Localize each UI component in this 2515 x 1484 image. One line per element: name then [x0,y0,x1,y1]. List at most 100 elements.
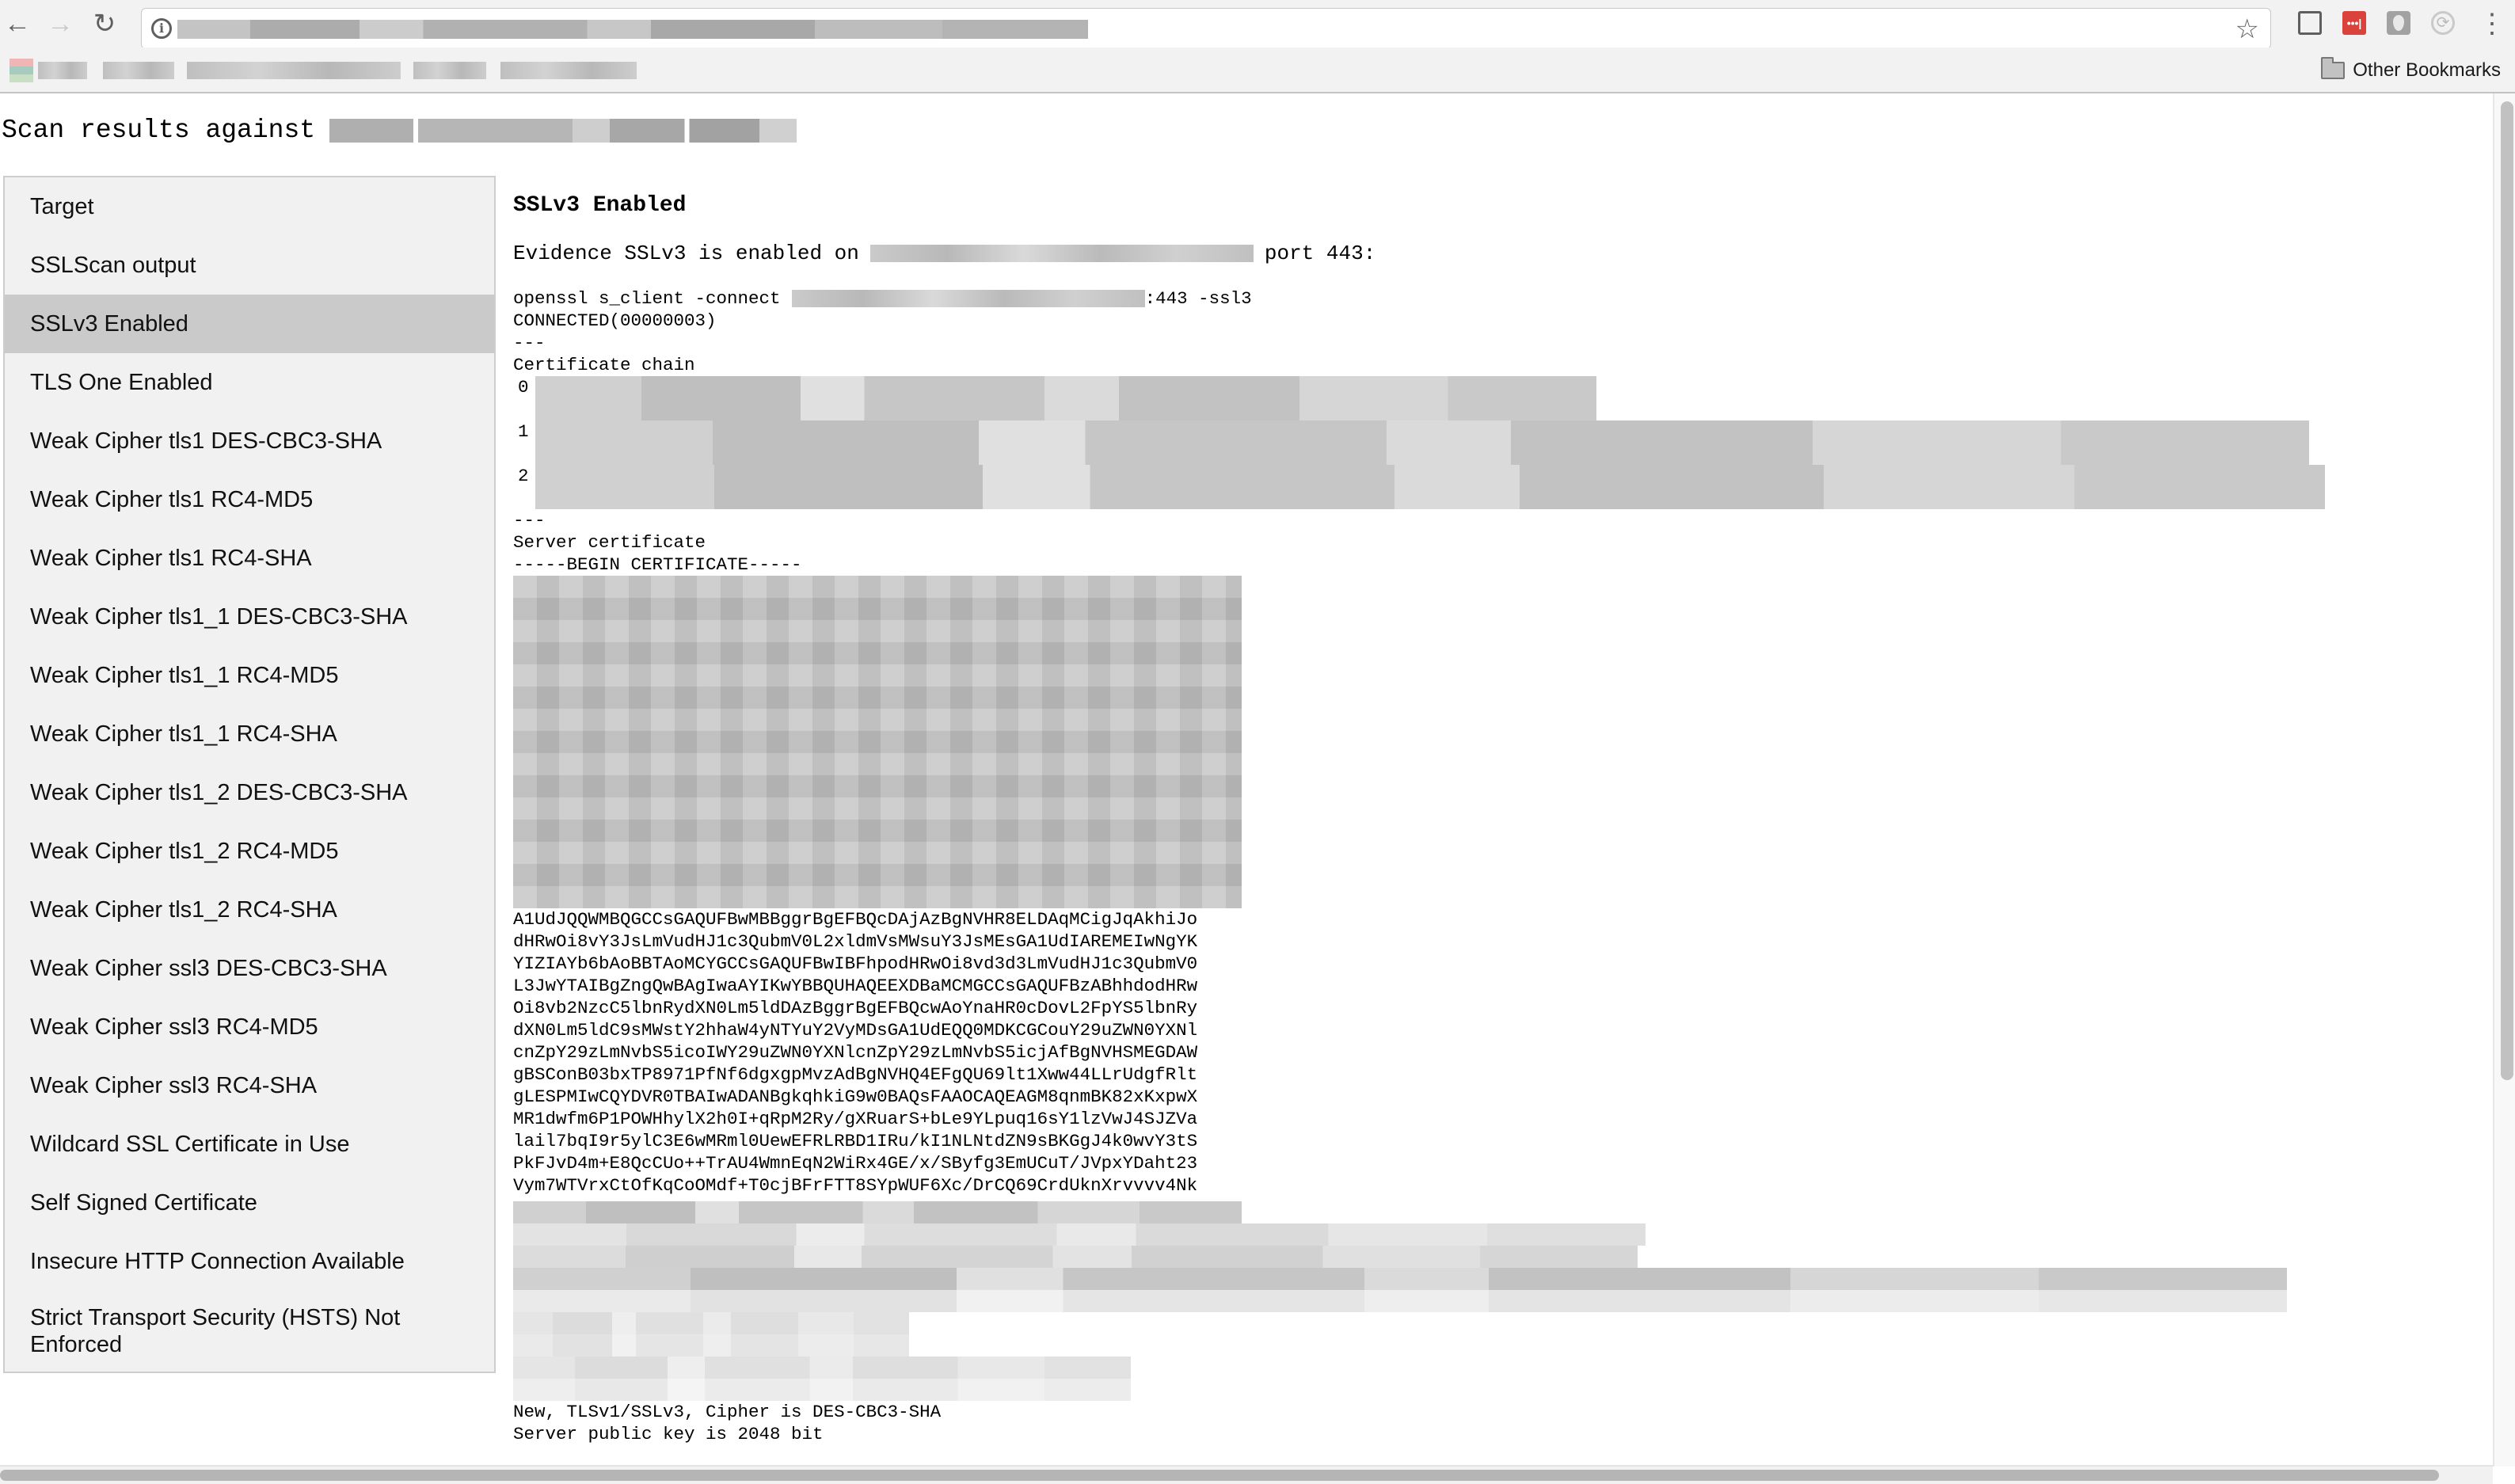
certificate-line: lail7bqI9r5ylC3E6wMRml0UewEFRLRBD1IRu/kI… [513,1131,1198,1151]
sidebar-item[interactable]: SSLv3 Enabled [5,295,494,353]
sidebar-item[interactable]: Weak Cipher tls1_2 DES-CBC3-SHA [5,763,494,822]
sidebar-item[interactable]: Weak Cipher tls1_2 RC4-MD5 [5,822,494,881]
bookmark-item[interactable] [103,62,174,79]
command-prefix: openssl s_client -connect [513,288,781,309]
redacted-host [869,245,1254,262]
redacted-url [177,20,1088,39]
certificate-chain-heading: Certificate chain [513,355,695,375]
page-heading-prefix: Scan results against [2,116,316,145]
sidebar-item[interactable]: Weak Cipher ssl3 DES-CBC3-SHA [5,939,494,998]
sync-extension-icon[interactable]: ⟳ [2431,11,2455,35]
server-certificate-heading: Server certificate [513,532,706,553]
sidebar-item-label: TLS One Enabled [30,369,213,395]
sidebar-item[interactable]: Self Signed Certificate [5,1174,494,1232]
sidebar-item[interactable]: Weak Cipher tls1_1 RC4-MD5 [5,646,494,705]
sidebar-item[interactable]: Strict Transport Security (HSTS) Not Enf… [5,1291,494,1372]
reload-button[interactable]: ↻ [89,8,120,40]
redacted-certificate-tail [513,1201,2477,1401]
sidebar-item-label: Weak Cipher ssl3 DES-CBC3-SHA [30,955,387,981]
command-line: openssl s_client -connect :443 -ssl3 [513,287,2477,310]
address-bar[interactable]: i ☆ [141,8,2271,49]
folder-icon [2321,57,2346,79]
sidebar-item-label: Weak Cipher ssl3 RC4-SHA [30,1072,318,1098]
sidebar-item[interactable]: TLS One Enabled [5,353,494,412]
shield-extension-icon[interactable] [2387,11,2410,35]
cast-icon[interactable] [2298,11,2322,35]
sidebar-item[interactable]: SSLScan output [5,236,494,295]
chain-index: 1 [518,421,529,442]
certificate-line: Oi8vb2NzcC5lbnRydXN0Lm5ldDAzBggrBgEFBQcw… [513,998,1198,1018]
chain-entry: 1 [513,420,2477,465]
certificate-line: MR1dwfm6P1POWHhylX2h0I+qRpM2Ry/gXRuarS+b… [513,1109,1198,1129]
bookmark-star-icon[interactable]: ☆ [2235,13,2259,45]
bookmark-item[interactable] [413,62,486,79]
certificate-line: dXN0Lm5ldC9sMWstY2hhaW4yNTYuY2VyMDsGA1Ud… [513,1020,1198,1041]
certificate-line: gBSConB03bxTP8971PfNf6dgxgpMvzAdBgNVHQ4E… [513,1064,1198,1085]
evidence-suffix: port 443: [1264,242,1376,265]
certificate-line: gLESPMIwCQYDVR0TBAIwADANBgkqhkiG9w0BAQsF… [513,1086,1198,1107]
cipher-line: New, TLSv1/SSLv3, Cipher is DES-CBC3-SHA [513,1402,942,1422]
bookmark-item[interactable] [38,62,87,79]
sidebar-item[interactable]: Weak Cipher tls1_1 RC4-SHA [5,705,494,763]
sidebar-item-label: Weak Cipher ssl3 RC4-MD5 [30,1014,318,1040]
horizontal-scrollbar-thumb[interactable] [0,1470,2439,1481]
bookmark-item[interactable] [187,62,401,79]
sidebar-item[interactable]: Weak Cipher tls1 RC4-SHA [5,529,494,588]
bookmark-item[interactable] [500,62,637,79]
other-bookmarks-button[interactable]: Other Bookmarks [2321,57,2501,84]
vertical-scrollbar-thumb[interactable] [2501,101,2513,1080]
begin-certificate-line: -----BEGIN CERTIFICATE----- [513,554,802,575]
finding-title: SSLv3 Enabled [513,193,687,218]
horizontal-scrollbar[interactable] [0,1465,2493,1484]
certificate-chain: 0 1 2 [513,376,2477,509]
certificate-line: YIZIAYb6bAoBBTAoMCYGCCsGAQUFBwIBFhpodHRw… [513,953,1198,974]
sidebar-item-label: Self Signed Certificate [30,1189,257,1216]
sidebar-item-label: Target [30,193,94,219]
public-key-line: Server public key is 2048 bit [513,1424,824,1444]
connected-line: CONNECTED(00000003) [513,310,717,331]
sidebar-item[interactable]: Insecure HTTP Connection Available [5,1232,494,1291]
sidebar-item-label: Weak Cipher tls1_1 RC4-MD5 [30,662,339,688]
certificate-body: A1UdJQQWMBQGCCsGAQUFBwMBBggrBgEFBQcDAjAz… [513,908,2477,1197]
bookmark-favicon [10,59,33,82]
certificate-line: Vym7WTVrxCtOfKqCoOMdf+T0cjBFrFTT8SYpWUF6… [513,1175,1198,1196]
forward-arrow-icon: → [47,8,74,39]
evidence-prefix: Evidence SSLv3 is enabled on [513,242,859,265]
sidebar-item-label: Weak Cipher tls1 DES-CBC3-SHA [30,428,382,454]
sidebar-item[interactable]: Weak Cipher tls1 DES-CBC3-SHA [5,412,494,470]
sidebar-item-label: SSLv3 Enabled [30,310,188,337]
back-button[interactable]: ← [2,8,33,40]
chain-entry: 0 [513,376,2477,420]
sidebar-item[interactable]: Weak Cipher tls1_2 RC4-SHA [5,881,494,939]
sidebar-item[interactable]: Target [5,177,494,236]
sidebar-item[interactable]: Weak Cipher ssl3 RC4-SHA [5,1056,494,1115]
sidebar-item[interactable]: Weak Cipher ssl3 RC4-MD5 [5,998,494,1056]
sidebar-item-label: Weak Cipher tls1_1 DES-CBC3-SHA [30,603,408,630]
sidebar-item-label: Wildcard SSL Certificate in Use [30,1131,350,1157]
command-suffix: :443 -ssl3 [1144,288,1252,309]
browser-menu-icon[interactable]: ⋮ [2479,8,2505,40]
sidebar-item[interactable]: Wildcard SSL Certificate in Use [5,1115,494,1174]
certificate-line: PkFJvD4m+E8QcCUo++TrAU4WmnEqN2WiRx4GE/x/… [513,1153,1198,1174]
site-info-icon[interactable]: i [151,18,172,39]
sidebar-item-label: Strict Transport Security (HSTS) Not Enf… [30,1305,401,1357]
findings-sidebar: Target SSLScan output SSLv3 Enabled TLS One… [3,176,496,1373]
browser-toolbar: ← → ↻ i ☆ •••| ⟳ ⋮ [0,0,2515,49]
page-heading: Scan results against [2,116,797,145]
separator-line: --- [513,510,546,531]
sidebar-item-label: Weak Cipher tls1_2 RC4-SHA [30,896,337,923]
chain-index: 0 [518,377,529,398]
sidebar-item-label: Insecure HTTP Connection Available [30,1248,405,1274]
vertical-scrollbar[interactable] [2493,93,2515,1467]
certificate-line: cnZpY29zLmNvbS5icoIWY29uZWN0YXNlcnZpY29z… [513,1042,1198,1063]
sidebar-item[interactable]: Weak Cipher tls1_1 DES-CBC3-SHA [5,588,494,646]
certificate-line: dHRwOi8vY3JsLmVudHJ1c3QubmV0L2xldmVsMWsu… [513,931,1198,952]
sidebar-item-label: Weak Cipher tls1 RC4-SHA [30,545,312,571]
finding-detail: SSLv3 Enabled Evidence SSLv3 is enabled … [513,182,2477,1445]
lastpass-extension-icon[interactable]: •••| [2342,11,2366,35]
forward-button[interactable]: → [44,8,76,40]
certificate-line: L3JwYTAIBgZngQwBAgIwaAYIKwYBBQUHAQEEXDBa… [513,976,1198,996]
reload-icon: ↻ [93,9,116,39]
chain-index: 2 [518,466,529,486]
sidebar-item[interactable]: Weak Cipher tls1 RC4-MD5 [5,470,494,529]
